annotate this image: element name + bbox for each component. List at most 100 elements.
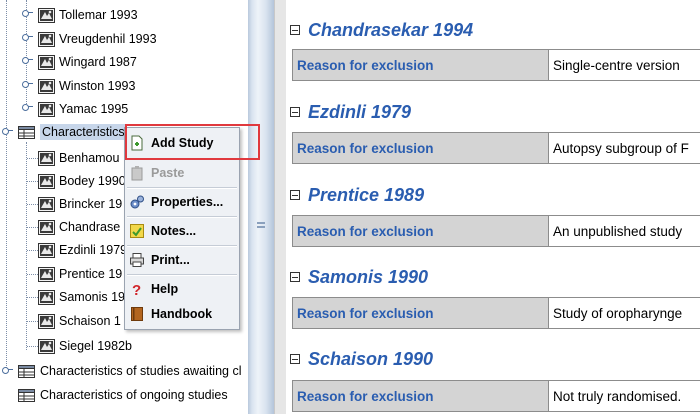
menu-item-label: Notes... [151,224,197,238]
study-heading: Samonis 1990 [290,265,428,289]
tree-item-study[interactable]: Ezdinli 1979 [38,240,127,260]
tree-item-study[interactable]: Chandrase [38,217,120,237]
tree-item-label: Vreugdenhil 1993 [59,32,157,46]
notes-icon [129,223,145,239]
collapse-toggle-icon[interactable] [290,354,300,364]
tree-item-study[interactable]: Wingard 1987 [38,52,137,72]
tree-expand-handle-icon[interactable] [22,80,33,89]
menu-item-label: Handbook [151,307,213,321]
tree-item-label: Chandrase [59,220,121,234]
tree-item-study[interactable]: Brincker 19 [38,194,122,214]
tree-connector [27,158,38,159]
tree-expand-handle-icon[interactable] [22,33,33,42]
tree-item-label: Characteristics of studies awaiting cl [40,364,242,378]
menu-item-print[interactable]: Print... [129,248,190,272]
study-title: Schaison 1990 [308,348,434,369]
reason-value-cell[interactable]: Single-centre version [549,50,700,80]
tree-connector [27,274,38,275]
tree-item-study[interactable]: Prentice 19 [38,264,122,284]
tree-item-label: Samonis 19 [59,290,126,304]
tree-expand-handle-icon[interactable] [22,9,33,18]
menu-item-label: Paste [151,166,185,180]
tree-item-label: Tollemar 1993 [59,8,138,22]
handbook-icon [129,306,145,322]
svg-text:?: ? [132,282,141,297]
reason-value-cell[interactable]: Not truly randomised. [549,381,700,411]
table-icon [18,388,35,402]
menu-item-handbook[interactable]: Handbook [129,302,212,326]
study-title: Chandrasekar 1994 [308,19,474,40]
tree-item-ongoing[interactable]: Characteristics of ongoing studies [18,385,228,405]
study-heading: Chandrasekar 1994 [290,18,473,42]
tree-expand-handle-icon[interactable] [2,366,13,375]
tree-expand-handle-icon[interactable] [22,103,33,112]
reason-label-cell: Reason for exclusion [293,298,549,328]
collapse-toggle-icon[interactable] [290,190,300,200]
tree-connector [27,297,38,298]
tree-item-study[interactable]: Bodey 1990 [38,171,126,191]
tree-connector [6,0,7,372]
study-heading: Ezdinli 1979 [290,100,411,124]
study-icon [38,101,55,117]
tree-item-label: Characteristics of ongoing studies [40,388,228,402]
tree-item-label: Siegel 1982b [59,339,132,353]
menu-item-help[interactable]: ? Help [129,277,178,301]
study-heading: Schaison 1990 [290,347,433,371]
menu-separator [127,187,237,189]
tree-expand-handle-icon[interactable] [2,127,13,136]
splitter-grip-icon[interactable] [257,222,265,232]
study-title: Samonis 1990 [308,266,429,287]
study-icon [38,196,55,212]
tree-item-study[interactable]: Winston 1993 [38,76,135,96]
tree-item-characteristics[interactable]: Characteristics [18,122,127,142]
tree-item-study[interactable]: Siegel 1982b [38,336,132,356]
excluded-studies-panel: Chandrasekar 1994 Reason for exclusion Sin… [286,0,700,414]
menu-item-paste: Paste [129,161,184,185]
menu-separator [127,216,237,218]
collapse-toggle-icon[interactable] [290,272,300,282]
tree-connector [27,181,38,182]
study-icon [38,313,55,329]
reason-label-cell: Reason for exclusion [293,50,549,80]
study-icon [38,242,55,258]
reason-label-cell: Reason for exclusion [293,133,549,163]
study-icon [38,150,55,166]
tree-connector [27,346,38,347]
study-icon [38,7,55,23]
reason-value-cell[interactable]: An unpublished study [549,216,700,246]
study-icon [38,219,55,235]
tree-item-study[interactable]: Benhamou [38,148,119,168]
collapse-toggle-icon[interactable] [290,25,300,35]
menu-separator [127,274,237,276]
exclusion-table: Reason for exclusion Study of oropharynge [292,297,700,329]
tree-connector [27,250,38,251]
tree-item-label: Bodey 1990 [59,174,126,188]
tree-item-study[interactable]: Tollemar 1993 [38,5,138,25]
reason-value-cell[interactable]: Study of oropharynge [549,298,700,328]
menu-item-notes[interactable]: Notes... [129,219,196,243]
study-icon [38,54,55,70]
properties-icon [129,194,145,210]
study-icon [38,173,55,189]
study-title: Ezdinli 1979 [308,101,412,122]
study-icon [38,31,55,47]
tree-item-awaiting[interactable]: Characteristics of studies awaiting cl [18,361,241,381]
exclusion-table: Reason for exclusion Autopsy subgroup of … [292,132,700,164]
tree-connector [27,321,38,322]
study-icon [38,266,55,282]
menu-item-properties[interactable]: Properties... [129,190,223,214]
tree-item-study[interactable]: Samonis 19 [38,287,125,307]
content-pane-border [274,0,286,414]
pane-splitter[interactable] [248,0,274,414]
tree-item-study[interactable]: Yamac 1995 [38,99,128,119]
study-icon [38,289,55,305]
tree-item-study[interactable]: Schaison 1 [38,311,121,331]
add-study-highlight [125,124,260,160]
tree-expand-handle-icon[interactable] [22,56,33,65]
reason-value-cell[interactable]: Autopsy subgroup of F [549,133,700,163]
table-icon [18,364,35,378]
tree-item-study[interactable]: Vreugdenhil 1993 [38,29,157,49]
tree-item-label: Wingard 1987 [59,55,137,69]
menu-item-label: Help [151,282,179,296]
collapse-toggle-icon[interactable] [290,107,300,117]
